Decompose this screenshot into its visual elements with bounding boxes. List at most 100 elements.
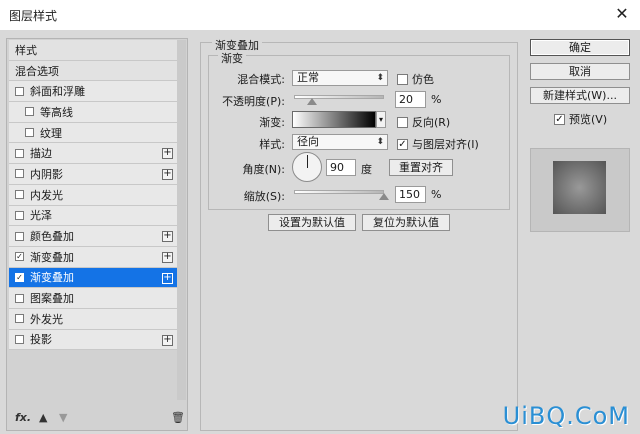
opacity-label: 不透明度(P):: [222, 95, 285, 108]
align-layer-box: ✓: [397, 138, 408, 150]
gradient-style-value: 径向: [297, 135, 319, 148]
style-item-label: 图案叠加: [30, 292, 74, 306]
scale-input[interactable]: 150: [395, 186, 426, 203]
select-arrows-icon: ⬍: [376, 137, 384, 147]
add-effect-icon[interactable]: +: [162, 231, 173, 243]
reverse-checkbox[interactable]: 反向(R): [397, 114, 450, 130]
set-default-button[interactable]: 设置为默认值: [268, 214, 356, 231]
scale-slider-thumb[interactable]: [379, 193, 389, 200]
style-item-label: 等高线: [40, 105, 73, 119]
styles-list-scrollbar[interactable]: [177, 40, 186, 400]
blend-mode-label: 混合模式:: [237, 73, 285, 86]
dialog-body: 样式 混合选项 斜面和浮雕 等高线 纹理 描边 + 内阴影 + 内发光 光泽 颜色叠加 + ✓ 渐变叠加…: [0, 30, 640, 434]
style-item[interactable]: 颜色叠加 +: [9, 226, 177, 247]
align-layer-label: 与图层对齐(I): [412, 138, 479, 151]
close-icon[interactable]: ✕: [612, 4, 632, 24]
watermark-text: UiBQ.CoM: [502, 402, 630, 430]
preview-box: ✓: [554, 113, 565, 125]
style-item-checkbox[interactable]: [15, 169, 24, 179]
gradient-subgroup-title: 渐变: [218, 50, 246, 66]
style-item[interactable]: ✓ 渐变叠加 +: [9, 267, 177, 289]
move-up-icon[interactable]: ▲: [39, 411, 47, 424]
opacity-value: 20: [399, 93, 413, 106]
style-item-label: 光泽: [30, 209, 52, 223]
style-item-label: 外发光: [30, 312, 63, 326]
add-effect-icon[interactable]: +: [162, 334, 173, 346]
style-item-label: 纹理: [40, 126, 62, 140]
style-item[interactable]: 光泽: [9, 205, 177, 227]
angle-needle: [307, 155, 308, 168]
cancel-button[interactable]: 取消: [530, 63, 630, 80]
ok-button[interactable]: 确定: [530, 39, 630, 56]
align-layer-checkbox[interactable]: ✓ 与图层对齐(I): [397, 136, 479, 152]
styles-list-items: 样式 混合选项 斜面和浮雕 等高线 纹理 描边 + 内阴影 + 内发光 光泽 颜色叠加 + ✓ 渐变叠加…: [9, 40, 177, 351]
style-item-checkbox[interactable]: [15, 293, 24, 303]
gradient-preview[interactable]: [292, 111, 376, 128]
reset-alignment-button[interactable]: 重置对齐: [389, 159, 453, 176]
trash-icon[interactable]: 🗑: [171, 411, 185, 424]
reverse-box: [397, 116, 408, 128]
style-item-checkbox[interactable]: [15, 190, 24, 200]
style-item-checkbox[interactable]: [15, 210, 24, 220]
preview-swatch: [553, 161, 606, 214]
style-item[interactable]: 纹理: [9, 122, 177, 144]
dither-checkbox[interactable]: 仿色: [397, 71, 434, 87]
style-item[interactable]: 内发光: [9, 184, 177, 206]
preview-label: 预览(V): [569, 113, 608, 126]
opacity-unit: %: [431, 93, 442, 106]
gradient-dropdown-icon[interactable]: ▾: [376, 111, 386, 128]
blend-mode-select[interactable]: 正常 ⬍: [292, 70, 388, 86]
angle-dial[interactable]: [292, 152, 322, 182]
blend-options-item[interactable]: 混合选项: [9, 60, 177, 82]
blend-mode-value: 正常: [297, 71, 319, 84]
scale-slider-track[interactable]: [294, 190, 384, 194]
style-item-label: 渐变叠加: [30, 271, 74, 285]
styles-list: 样式 混合选项 斜面和浮雕 等高线 纹理 描边 + 内阴影 + 内发光 光泽 颜色叠加 + ✓ 渐变叠加…: [6, 38, 188, 431]
add-effect-icon[interactable]: +: [162, 169, 173, 181]
style-item[interactable]: 等高线: [9, 102, 177, 123]
style-item[interactable]: 图案叠加: [9, 288, 177, 309]
style-item-label: 斜面和浮雕: [30, 85, 85, 99]
style-item-checkbox[interactable]: ✓: [15, 272, 24, 282]
style-item-checkbox[interactable]: [15, 231, 24, 241]
style-item-checkbox[interactable]: ✓: [15, 252, 24, 262]
style-item-checkbox[interactable]: [25, 107, 34, 117]
add-effect-icon[interactable]: +: [162, 148, 173, 160]
scale-label: 缩放(S):: [243, 190, 285, 203]
angle-label: 角度(N):: [242, 163, 285, 176]
style-item-label: 内阴影: [30, 167, 63, 181]
style-item-label: 内发光: [30, 188, 63, 202]
opacity-slider-thumb[interactable]: [307, 98, 317, 105]
title-bar: 图层样式 ✕: [0, 0, 640, 30]
blend-options-label: 混合选项: [15, 64, 59, 78]
scale-unit: %: [431, 188, 442, 201]
style-item-checkbox[interactable]: [15, 334, 24, 344]
style-item-checkbox[interactable]: [15, 314, 24, 324]
new-style-button[interactable]: 新建样式(W)...: [530, 87, 630, 104]
style-item[interactable]: ✓ 渐变叠加 +: [9, 246, 177, 268]
style-item-checkbox[interactable]: [25, 128, 34, 138]
style-item-label: 描边: [30, 147, 52, 161]
reverse-label: 反向(R): [412, 116, 451, 129]
style-item[interactable]: 投影 +: [9, 329, 177, 351]
fx-icon[interactable]: fx.: [15, 411, 31, 424]
style-item[interactable]: 描边 +: [9, 143, 177, 165]
style-item-checkbox[interactable]: [15, 86, 24, 96]
preview-checkbox[interactable]: ✓ 预览(V): [554, 111, 607, 127]
reset-default-button[interactable]: 复位为默认值: [362, 214, 450, 231]
add-effect-icon[interactable]: +: [162, 251, 173, 263]
style-item[interactable]: 外发光: [9, 308, 177, 330]
dither-box: [397, 73, 408, 85]
gradient-style-select[interactable]: 径向 ⬍: [292, 134, 388, 150]
style-item-label: 颜色叠加: [30, 230, 74, 244]
add-effect-icon[interactable]: +: [162, 272, 173, 284]
style-item[interactable]: 内阴影 +: [9, 164, 177, 185]
opacity-input[interactable]: 20: [395, 91, 426, 108]
select-arrows-icon: ⬍: [376, 73, 384, 83]
style-item-checkbox[interactable]: [15, 148, 24, 158]
styles-header[interactable]: 样式: [9, 40, 177, 61]
move-down-icon[interactable]: ▼: [59, 411, 67, 424]
angle-input[interactable]: 90: [326, 159, 356, 176]
style-item-label: 投影: [30, 333, 52, 347]
style-item[interactable]: 斜面和浮雕: [9, 81, 177, 103]
